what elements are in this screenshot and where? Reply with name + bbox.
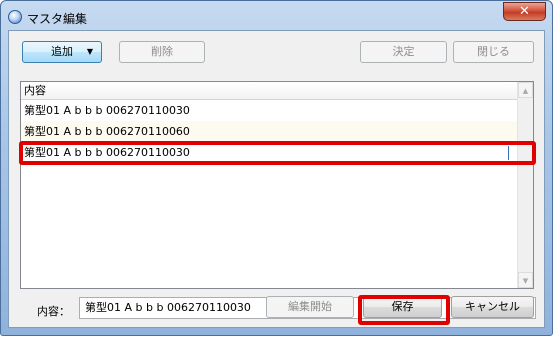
scroll-down-icon[interactable]: ▼ — [518, 272, 533, 288]
list-column-header[interactable]: 内容 — [21, 82, 517, 100]
add-button[interactable]: 追加 ▼ — [22, 41, 102, 63]
decide-button[interactable]: 決定 — [360, 41, 447, 63]
delete-button[interactable]: 削除 — [119, 41, 205, 63]
dropdown-arrow-icon: ▼ — [86, 47, 93, 56]
dialog-client-area: 追加 ▼ 削除 決定 閉じる 内容 第型01 A b b b 006270110… — [8, 30, 545, 328]
save-button[interactable]: 保存 — [363, 296, 442, 318]
text-caret — [508, 146, 509, 160]
edit-start-button[interactable]: 編集開始 — [266, 296, 354, 318]
scroll-up-icon[interactable]: ▲ — [518, 82, 533, 98]
title-bar: マスタ編集 ✕ — [1, 1, 552, 31]
content-field-label: 内容： — [37, 305, 70, 318]
close-window-button[interactable]: ✕ — [503, 2, 546, 21]
list-item[interactable]: 第型01 A b b b 006270110030 — [21, 100, 517, 121]
cancel-button[interactable]: キャンセル — [451, 296, 534, 318]
add-button-label: 追加 — [51, 45, 73, 58]
list-item[interactable]: 第型01 A b b b 006270110060 — [21, 121, 517, 142]
list-item-selected[interactable]: 第型01 A b b b 006270110030 — [21, 142, 517, 163]
content-list: 内容 第型01 A b b b 006270110030 第型01 A b b … — [20, 81, 534, 289]
app-icon — [8, 10, 22, 24]
window-title: マスタ編集 — [27, 12, 88, 26]
vertical-scrollbar[interactable]: ▲ ▼ — [517, 82, 533, 288]
close-button[interactable]: 閉じる — [453, 41, 534, 63]
